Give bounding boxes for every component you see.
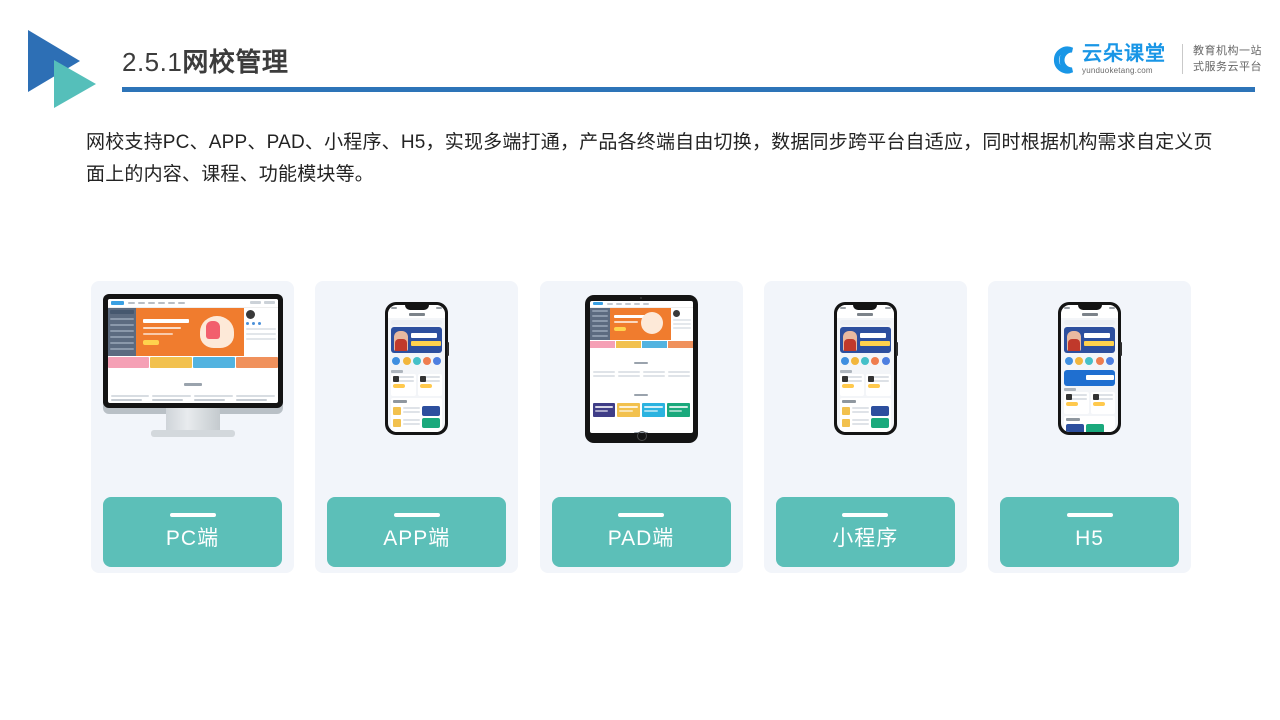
brand-tagline-line1: 教育机构一站 [1193,45,1262,57]
brand-tagline-line2: 式服务云平台 [1193,61,1262,73]
cloud-icon [1046,44,1080,74]
card-app[interactable]: APP端 [315,281,519,573]
title-underline [122,87,1255,92]
card-label-text: PAD端 [607,527,675,550]
card-pc[interactable]: PC端 [91,281,294,573]
card-label-pc[interactable]: PC端 [103,497,282,567]
section-title: 网校管理 [182,47,289,77]
page-title: 2.5.1网校管理 [122,44,288,80]
card-miniprogram[interactable]: 小程序 [763,281,967,573]
label-dash [842,513,889,517]
platform-cards: PC端 APP端 PAD端 小程序 H5 [91,281,1191,573]
page-header: 2.5.1网校管理 云朵课堂 yunduoketang.com 教育机构一站 式… [0,0,1280,110]
card-pad[interactable]: PAD端 [539,281,743,573]
desktop-monitor-mockup [91,281,294,456]
label-dash [1066,513,1113,517]
brand-name-cn: 云朵课堂 [1082,42,1166,65]
smartphone-mockup-app [315,281,518,456]
double-triangle-logo [28,30,108,108]
card-label-text: H5 [1075,527,1104,550]
card-label-text: APP端 [383,527,451,550]
card-label-pad[interactable]: PAD端 [551,497,731,567]
brand-logo: 云朵课堂 yunduoketang.com 教育机构一站 式服务云平台 [1046,36,1262,82]
label-dash [393,513,440,517]
triangle-front-icon [54,60,96,108]
brand-tagline: 教育机构一站 式服务云平台 [1193,43,1262,75]
card-label-app[interactable]: APP端 [327,497,507,567]
description-paragraph: 网校支持PC、APP、PAD、小程序、H5，实现多端打通，产品各终端自由切换，数… [86,132,1213,185]
card-label-text: PC端 [165,527,220,550]
card-label-miniprogram[interactable]: 小程序 [775,497,955,567]
card-label-text: 小程序 [832,527,899,550]
label-dash [169,513,216,517]
card-h5[interactable]: H5 [988,281,1191,573]
brand-divider [1182,44,1183,74]
smartphone-mockup-miniprogram [764,281,967,456]
section-number: 2.5.1 [122,47,183,77]
tablet-mockup [540,281,743,456]
brand-name-en: yunduoketang.com [1082,65,1153,75]
card-label-h5[interactable]: H5 [1000,497,1179,567]
smartphone-mockup-h5 [988,281,1191,456]
label-dash [618,513,664,517]
